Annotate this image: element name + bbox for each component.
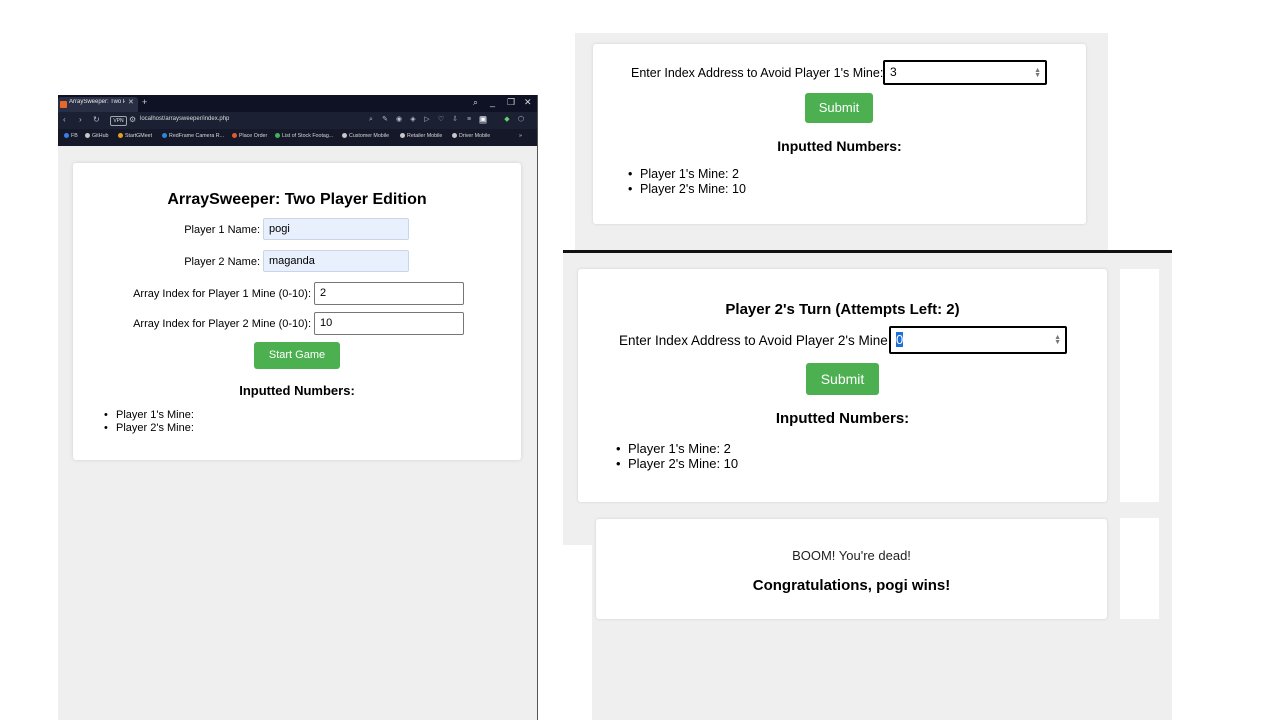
extension-icon[interactable]: ◆ (503, 116, 511, 124)
gap-area (563, 545, 592, 720)
mine1-label: Array Index for Player 1 Mine (0-10): (133, 288, 311, 300)
zoom-icon[interactable]: ⌕ (367, 116, 375, 124)
divider (563, 250, 1172, 253)
page-content: ArraySweeper: Two Player Edition Player … (58, 146, 537, 720)
bookmark-item[interactable]: Driver Mobile (452, 133, 490, 139)
cube-icon[interactable]: ⬡ (517, 116, 525, 124)
mine2-input[interactable]: 10 (314, 312, 464, 335)
turn2-input-value: 0 (896, 332, 904, 347)
new-tab-icon[interactable]: + (142, 98, 147, 107)
result-card: BOOM! You're dead! Congratulations, pogi… (596, 519, 1107, 619)
turn2-prompt-label: Enter Index Address to Avoid Player 2's … (619, 333, 892, 348)
forward-icon[interactable]: › (79, 116, 82, 124)
turn1-inputted-title: Inputted Numbers: (777, 138, 902, 154)
turn1-index-input[interactable]: 3 ▲ ▼ (883, 60, 1047, 85)
list-item: Player 1's Mine: (102, 409, 194, 422)
heart-icon[interactable]: ♡ (437, 116, 445, 124)
more-bookmarks-icon[interactable]: » (519, 133, 522, 139)
player1-name-input[interactable]: pogi (263, 218, 409, 240)
vpn-badge[interactable]: VPN (110, 116, 127, 126)
play-icon[interactable]: ▷ (423, 116, 431, 124)
player2-turn-card: Player 2's Turn (Attempts Left: 2) Enter… (578, 269, 1107, 502)
camera-icon[interactable]: ◉ (395, 116, 403, 124)
reload-icon[interactable]: ↻ (93, 116, 100, 124)
bookmark-item[interactable]: Customer Mobile (342, 133, 389, 139)
list-item: Player 2's Mine: (102, 422, 194, 435)
turn1-submit-button[interactable]: Submit (805, 93, 873, 123)
winner-message: Congratulations, pogi wins! (752, 577, 951, 594)
setup-card: ArraySweeper: Two Player Edition Player … (73, 163, 521, 460)
minimize-icon[interactable]: _ (490, 97, 495, 107)
wallet-icon[interactable]: ▣ (479, 116, 487, 124)
bookmark-item[interactable]: GitHub (85, 133, 109, 139)
turn1-prompt-label: Enter Index Address to Avoid Player 1's … (631, 66, 884, 80)
turn2-index-input[interactable]: 0 ▲ ▼ (889, 326, 1067, 354)
spinner-icon[interactable]: ▲ ▼ (1034, 67, 1041, 79)
bookmark-item[interactable]: List of Stock Footag... (275, 133, 333, 139)
back-icon[interactable]: ‹ (63, 116, 66, 124)
tab-title: ArraySweeper: Two Pl... (69, 99, 125, 105)
restore-icon[interactable]: ❐ (507, 97, 515, 107)
list-item: Player 2's Mine: 10 (626, 182, 746, 197)
favicon-icon (60, 101, 67, 108)
bookmark-item[interactable]: StartGMeet (118, 133, 152, 139)
browser-tab[interactable]: ArraySweeper: Two Pl... ✕ (58, 97, 138, 112)
edit-icon[interactable]: ✎ (381, 116, 389, 124)
turn2-inputted-title: Inputted Numbers: (775, 410, 910, 427)
turn2-inputted-list: Player 1's Mine: 2 Player 2's Mine: 10 (614, 441, 738, 471)
browser-titlebar: ArraySweeper: Two Pl... ✕ + ⌕ _ ❐ ✕ (58, 95, 537, 112)
bookmark-item[interactable]: RedFrame Camera R... (162, 133, 224, 139)
turn1-input-value: 3 (890, 65, 897, 79)
list-item: Player 2's Mine: 10 (614, 456, 738, 471)
bookmark-item[interactable]: Place Order (232, 133, 267, 139)
bookmarks-bar: FB GitHub StartGMeet RedFrame Camera R..… (58, 129, 537, 146)
tab-close-icon[interactable]: ✕ (128, 98, 134, 106)
start-game-button[interactable]: Start Game (254, 342, 340, 369)
player2-name-input[interactable]: maganda (263, 250, 409, 272)
download-icon[interactable]: ⇩ (451, 116, 459, 124)
mine2-label: Array Index for Player 2 Mine (0-10): (133, 318, 311, 330)
menu-icon[interactable]: ≡ (465, 116, 473, 124)
mine1-input[interactable]: 2 (314, 282, 464, 305)
close-window-icon[interactable]: ✕ (524, 97, 532, 107)
url-field[interactable]: localhost/arraysweeper/index.php (140, 116, 229, 122)
turn1-inputted-list: Player 1's Mine: 2 Player 2's Mine: 10 (626, 167, 746, 197)
browser-window: ArraySweeper: Two Pl... ✕ + ⌕ _ ❐ ✕ ‹ › … (58, 95, 538, 720)
result-message: BOOM! You're dead! (792, 548, 911, 563)
player1-turn-card: Enter Index Address to Avoid Player 1's … (593, 44, 1086, 224)
bookmark-item[interactable]: Retailer Mobile (400, 133, 442, 139)
player2-name-label: Player 2 Name: (184, 256, 260, 268)
search-tabs-icon[interactable]: ⌕ (473, 97, 478, 107)
inputted-numbers-title: Inputted Numbers: (239, 383, 355, 398)
address-bar: ‹ › ↻ VPN ⚙ localhost/arraysweeper/index… (58, 112, 537, 129)
page-title: ArraySweeper: Two Player Edition (167, 191, 427, 208)
list-item: Player 1's Mine: 2 (614, 441, 738, 456)
list-item: Player 1's Mine: 2 (626, 167, 746, 182)
turn2-heading: Player 2's Turn (Attempts Left: 2) (725, 301, 960, 318)
site-info-icon[interactable]: ⚙ (129, 116, 136, 124)
turn2-submit-button[interactable]: Submit (806, 363, 879, 395)
card-edge (1120, 518, 1159, 619)
inputted-numbers-list: Player 1's Mine: Player 2's Mine: (102, 409, 194, 435)
bookmark-item[interactable]: FB (64, 133, 78, 139)
spinner-icon[interactable]: ▲ ▼ (1054, 334, 1061, 346)
card-edge (1120, 269, 1159, 502)
player1-name-label: Player 1 Name: (184, 224, 260, 236)
shield-icon[interactable]: ◈ (409, 116, 417, 124)
